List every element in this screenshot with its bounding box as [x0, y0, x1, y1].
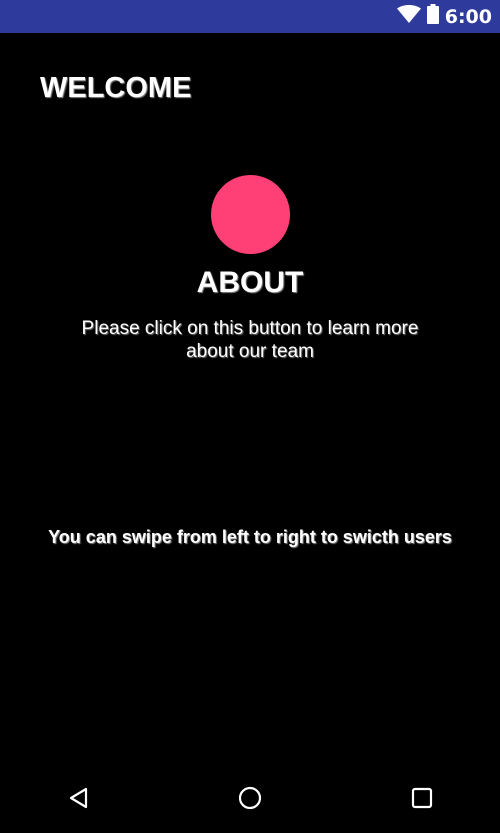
- battery-icon: [426, 4, 439, 29]
- back-button[interactable]: [64, 785, 94, 815]
- welcome-title: WELCOME: [40, 72, 192, 104]
- recents-button[interactable]: [407, 785, 437, 815]
- home-button[interactable]: [235, 785, 265, 815]
- status-time: 6:00: [444, 5, 492, 28]
- back-icon: [67, 786, 91, 815]
- home-icon: [237, 785, 263, 816]
- about-description: Please click on this button to learn mor…: [81, 318, 419, 362]
- status-icons: 6:00: [396, 0, 492, 33]
- about-title: ABOUT: [196, 266, 304, 299]
- recents-icon: [410, 786, 434, 815]
- navigation-bar: [0, 767, 500, 833]
- wifi-icon: [396, 4, 421, 29]
- status-bar: 6:00: [0, 0, 500, 33]
- swipe-hint: You can swipe from left to right to swic…: [48, 527, 452, 547]
- about-button[interactable]: [211, 175, 290, 254]
- app-screen: 6:00 WELCOME ABOUT Please click on this …: [0, 0, 500, 833]
